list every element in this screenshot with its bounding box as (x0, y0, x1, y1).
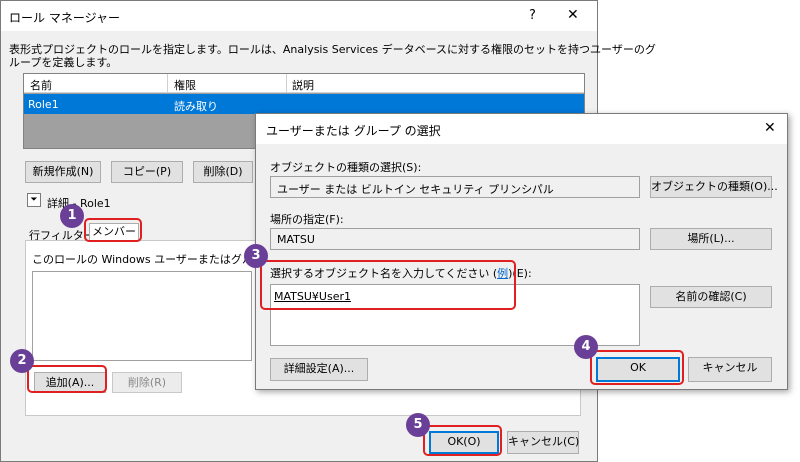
advanced-button[interactable]: 詳細設定(A)... (270, 358, 368, 381)
callout-badge-1: 1 (60, 204, 84, 228)
new-button[interactable]: 新規作成(N) (25, 161, 101, 183)
select-dialog-titlebar: ユーザーまたは グループ の選択 ✕ (256, 114, 787, 144)
column-header-name[interactable]: 名前 (30, 77, 52, 93)
highlight-members-tab (84, 218, 142, 242)
location-field: MATSU (270, 228, 640, 250)
table-row[interactable]: Role1 読み取り (24, 94, 584, 114)
highlight-ok-button (590, 350, 684, 385)
object-type-field: ユーザー または ビルトイン セキュリティ プリンシパル (270, 176, 640, 198)
highlight-add-button (27, 365, 107, 393)
row-permission: 読み取り (174, 100, 218, 113)
callout-badge-4: 4 (574, 335, 598, 359)
dialog-cancel-button[interactable]: キャンセル (688, 357, 772, 382)
roles-table-header: 名前 権限 説明 (24, 74, 584, 93)
location-label: 場所の指定(F): (270, 213, 344, 226)
close-icon[interactable]: ✕ (764, 120, 776, 136)
copy-button[interactable]: コピー(P) (111, 161, 183, 183)
delete-button[interactable]: 削除(D) (193, 161, 253, 183)
callout-badge-2: 2 (10, 349, 34, 373)
role-manager-titlebar: ロール マネージャー ? ✕ (1, 1, 597, 31)
members-list[interactable] (32, 271, 252, 361)
callout-badge-5: 5 (406, 413, 430, 437)
highlight-names-input (260, 260, 516, 310)
close-icon[interactable]: ✕ (567, 7, 579, 23)
object-type-label: オブジェクトの種類の選択(S): (270, 161, 422, 174)
callout-badge-3: 3 (244, 244, 268, 268)
check-names-button[interactable]: 名前の確認(C) (650, 286, 772, 308)
column-header-description[interactable]: 説明 (292, 77, 314, 93)
collapse-icon[interactable]: ⏷ (27, 193, 41, 207)
role-manager-description-line2: ループを定義します。 (9, 56, 118, 69)
row-name: Role1 (28, 98, 59, 111)
locations-button[interactable]: 場所(L)... (650, 228, 772, 250)
highlight-role-ok-button (423, 425, 502, 456)
select-dialog-title: ユーザーまたは グループ の選択 (266, 124, 441, 138)
select-users-dialog: ユーザーまたは グループ の選択 ✕ オブジェクトの種類の選択(S): ユーザー… (255, 113, 788, 390)
column-header-permission[interactable]: 権限 (174, 77, 196, 93)
remove-member-button[interactable]: 削除(R) (112, 372, 182, 393)
object-types-button[interactable]: オブジェクトの種類(O)... (650, 176, 778, 198)
cancel-button[interactable]: キャンセル(C) (507, 431, 579, 454)
role-manager-title: ロール マネージャー (9, 11, 120, 25)
help-icon[interactable]: ? (529, 8, 536, 23)
